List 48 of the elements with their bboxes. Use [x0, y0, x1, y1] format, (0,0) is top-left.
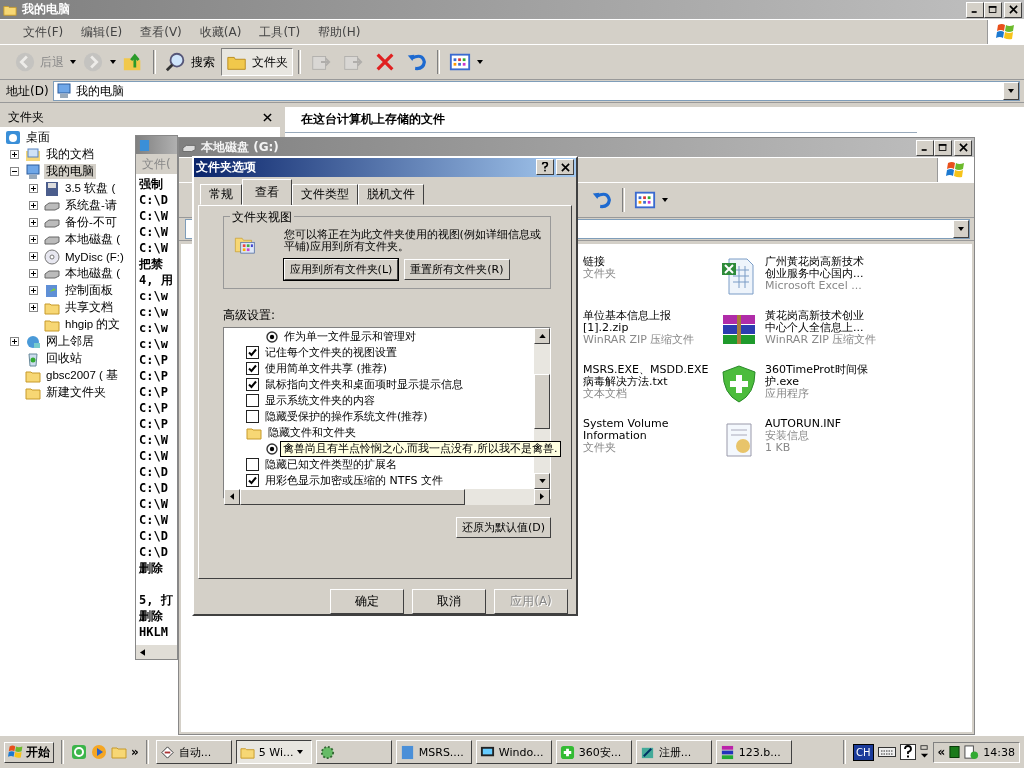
file-type: 文本文档: [583, 388, 627, 400]
file-type: 文件夹: [583, 442, 617, 454]
text-line: 强制: [139, 176, 164, 192]
window-title: 我的电脑: [22, 1, 70, 18]
clock: 14:38: [983, 745, 1015, 759]
description-text: 您可以将正在为此文件夹使用的视图(例如详细信息或平铺)应用到所有文件夹。: [283, 228, 542, 253]
text-line: C:\W: [139, 496, 169, 512]
dialog-title: 文件夹选项: [196, 158, 256, 176]
file-type: WinRAR ZIP 压缩文件: [583, 334, 695, 346]
section-heading: 在这台计算机上存储的文件: [285, 107, 917, 133]
text-line: C:\P: [139, 416, 169, 432]
text-line: 删除: [139, 560, 164, 576]
text-line: C:\W: [139, 512, 169, 528]
file-type: Microsoft Excel ...: [765, 280, 863, 292]
file-type: 安装信息: [765, 430, 810, 442]
text-line: c:\w: [139, 288, 169, 304]
text-line: C:\P: [139, 400, 169, 416]
text-line: 4, 用: [139, 272, 174, 288]
text-line: C:\D: [139, 480, 169, 496]
text-line: C:\P: [139, 368, 169, 384]
file-size: 1 KB: [765, 442, 792, 454]
text-line: C:\D: [139, 464, 169, 480]
pane-title: 文件夹: [8, 108, 44, 126]
text-line: C:\P: [139, 384, 169, 400]
text-line: C:\D: [139, 192, 169, 208]
file-type: 文件夹: [583, 268, 616, 280]
text-line: C:\W: [139, 448, 169, 464]
text-line: C:\W: [139, 224, 169, 240]
file-type: 应用程序: [765, 388, 810, 400]
text-line: C:\P: [139, 352, 169, 368]
text-line: C:\D: [139, 544, 169, 560]
text-line: C:\W: [139, 432, 169, 448]
file-type: WinRAR ZIP 压缩文件: [765, 334, 877, 346]
group-title: 文件夹视图: [230, 208, 294, 226]
text-line: c:\w: [139, 336, 169, 352]
tooltip: 禽兽尚且有半点怜悯之心,而我一点没有,所以我不是禽兽.: [280, 440, 561, 457]
text-line: HKLM: [139, 624, 169, 640]
advanced-settings-label: 高级设置:: [223, 306, 277, 324]
text-line: C:\W: [139, 240, 169, 256]
address-label: 地址(D): [6, 82, 49, 100]
text-line: c:\w: [139, 304, 169, 320]
text-line: c:\w: [139, 320, 169, 336]
text-line: 把禁: [139, 256, 164, 272]
text-line: C:\D: [139, 528, 169, 544]
text-line: 5, 打: [139, 592, 174, 608]
window-title: 本地磁盘 (G:): [201, 139, 279, 156]
text-line: C:\W: [139, 208, 169, 224]
text-line: 删除: [139, 608, 164, 624]
